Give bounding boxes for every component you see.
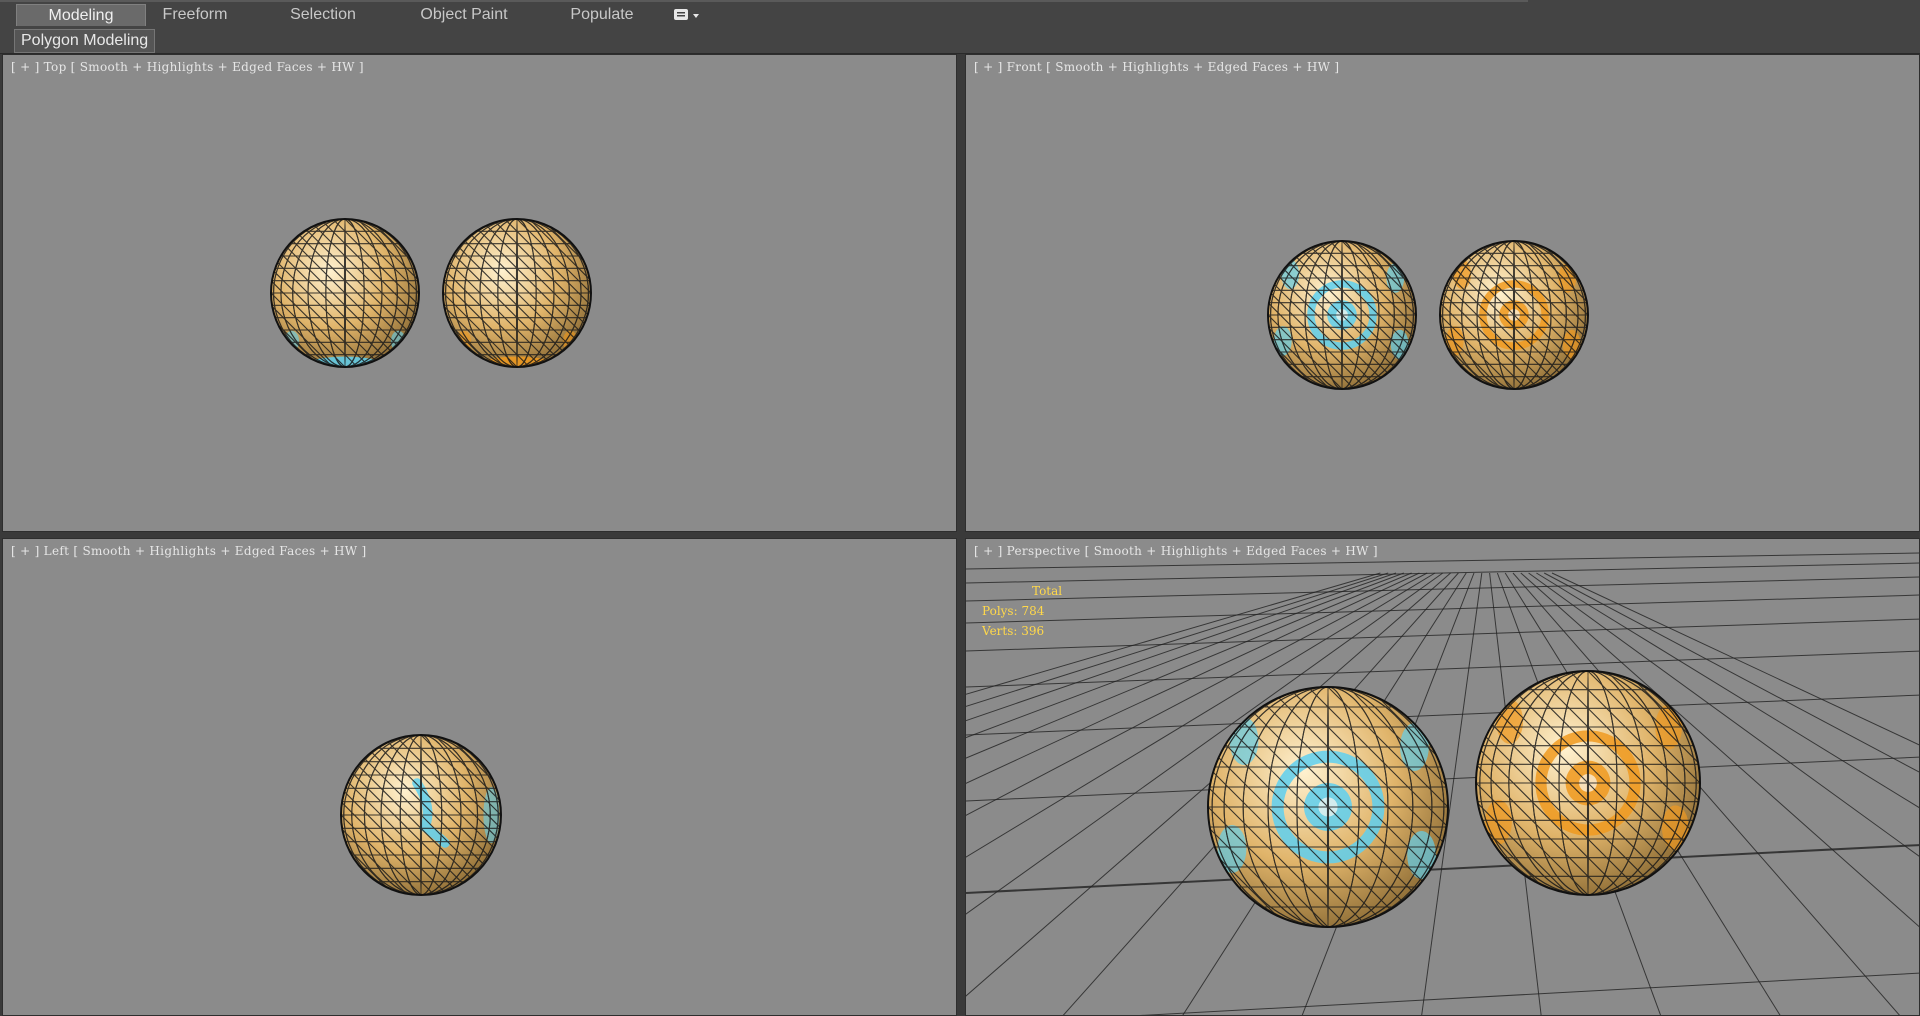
- viewport-left-view-menu[interactable]: Left: [44, 544, 70, 558]
- viewport-top-plus-menu[interactable]: [ + ]: [11, 60, 40, 74]
- viewport-front-scene: [1267, 240, 1589, 390]
- tab-populate[interactable]: Populate: [562, 4, 642, 26]
- ribbon-tab-bar: Modeling Freeform Selection Object Paint…: [0, 0, 1920, 29]
- viewport-front-plus-menu[interactable]: [ + ]: [974, 60, 1003, 74]
- viewport-perspective-plus-menu[interactable]: [ + ]: [974, 544, 1003, 558]
- viewport-perspective-shading-menu[interactable]: Smooth + Highlights + Edged Faces + HW ]: [1094, 544, 1378, 558]
- viewport-top[interactable]: [ + ] Top [ Smooth + Highlights + Edged …: [2, 54, 957, 532]
- viewport-perspective-scene: [966, 552, 1919, 1015]
- viewport-perspective-label[interactable]: [ + ] Perspective [ Smooth + Highlights …: [974, 544, 1378, 558]
- viewport-top-scene: [270, 218, 592, 368]
- ribbon-top-line: [0, 0, 1528, 2]
- viewport-perspective[interactable]: [ + ] Perspective [ Smooth + Highlights …: [965, 538, 1920, 1016]
- viewport-perspective-view-menu[interactable]: Perspective: [1007, 544, 1081, 558]
- viewport-left-label[interactable]: [ + ] Left [ Smooth + Highlights + Edged…: [11, 544, 367, 558]
- viewport-left-scene: [181, 734, 661, 896]
- polygon-modeling-panel-button[interactable]: Polygon Modeling: [14, 29, 156, 53]
- ribbon-panel-bar: Polygon Modeling: [0, 28, 1920, 54]
- viewport-front-label[interactable]: [ + ] Front [ Smooth + Highlights + Edge…: [974, 60, 1339, 74]
- viewport-front-view-menu[interactable]: Front: [1007, 60, 1042, 74]
- scene-statistics: Total Polys: 784 Verts: 396: [982, 581, 1062, 641]
- ribbon-options-icon[interactable]: [672, 6, 706, 24]
- stats-polys: Polys: 784: [982, 604, 1045, 618]
- viewport-top-view-menu[interactable]: Top: [44, 60, 67, 74]
- stats-verts: Verts: 396: [982, 624, 1045, 638]
- tab-selection[interactable]: Selection: [276, 4, 370, 26]
- tab-modeling[interactable]: Modeling: [16, 4, 146, 26]
- viewport-left[interactable]: [ + ] Left [ Smooth + Highlights + Edged…: [2, 538, 957, 1016]
- viewport-top-label[interactable]: [ + ] Top [ Smooth + Highlights + Edged …: [11, 60, 364, 74]
- tab-freeform[interactable]: Freeform: [150, 4, 240, 26]
- sphere-left-view[interactable]: [181, 734, 661, 896]
- viewport-front-shading-menu[interactable]: Smooth + Highlights + Edged Faces + HW ]: [1055, 60, 1339, 74]
- viewport-front[interactable]: [ + ] Front [ Smooth + Highlights + Edge…: [965, 54, 1920, 532]
- stats-title: Total: [1032, 584, 1063, 598]
- viewport-top-shading-menu[interactable]: Smooth + Highlights + Edged Faces + HW ]: [80, 60, 364, 74]
- viewport-left-plus-menu[interactable]: [ + ]: [11, 544, 40, 558]
- viewport-left-shading-menu[interactable]: Smooth + Highlights + Edged Faces + HW ]: [82, 544, 366, 558]
- tab-object-paint[interactable]: Object Paint: [410, 4, 518, 26]
